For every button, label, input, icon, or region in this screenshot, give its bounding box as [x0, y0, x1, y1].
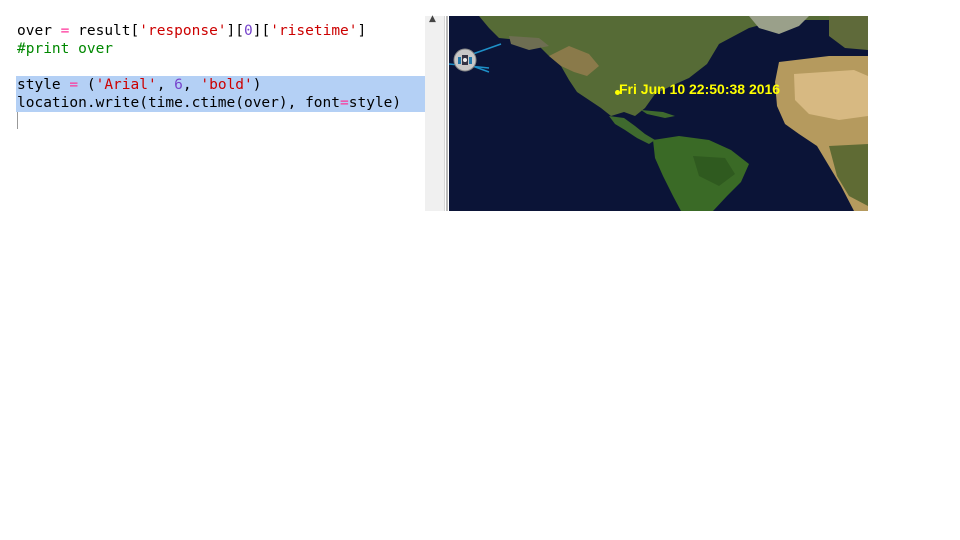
code-line-2[interactable]: #print over: [17, 40, 113, 58]
code-token: =: [51, 23, 79, 39]
text-cursor: [17, 112, 18, 129]
code-token: over: [17, 23, 52, 39]
code-line-4[interactable]: location.write(time.ctime(over), font=st…: [17, 94, 401, 112]
code-token: 0: [244, 23, 253, 39]
code-token: ][: [226, 23, 245, 39]
risetime-label: Fri Jun 10 22:50:38 2016: [619, 81, 781, 97]
code-comment: #print over: [17, 41, 114, 57]
panel-divider: [446, 16, 448, 211]
world-map-canvas: Fri Jun 10 22:50:38 2016: [449, 16, 868, 211]
code-token: =: [60, 77, 87, 93]
code-token: style): [348, 95, 402, 111]
satellite-icon: [453, 48, 477, 72]
scroll-up-arrow-icon[interactable]: ▲: [429, 14, 436, 24]
code-token: =: [340, 95, 349, 111]
code-token: 'Arial': [95, 77, 157, 93]
code-token: 'risetime': [270, 23, 358, 39]
code-token: ]: [357, 23, 367, 39]
code-token: result[: [78, 23, 140, 39]
code-token: 6: [174, 77, 183, 93]
code-token: location.write(time.ctime(over), font: [17, 95, 341, 111]
code-line-1[interactable]: over = result['response'][0]['risetime']: [17, 22, 366, 40]
code-token: (: [86, 77, 96, 93]
code-token: ,: [182, 77, 201, 93]
code-token: style: [17, 77, 61, 93]
code-token: ,: [156, 77, 175, 93]
code-token: ][: [252, 23, 271, 39]
code-token: 'response': [139, 23, 227, 39]
code-token: 'bold': [200, 77, 253, 93]
code-token: ): [252, 77, 262, 93]
world-map-image: [449, 16, 868, 211]
scrollbar[interactable]: ▲: [425, 14, 445, 211]
code-line-3[interactable]: style = ('Arial', 6, 'bold'): [17, 76, 262, 94]
